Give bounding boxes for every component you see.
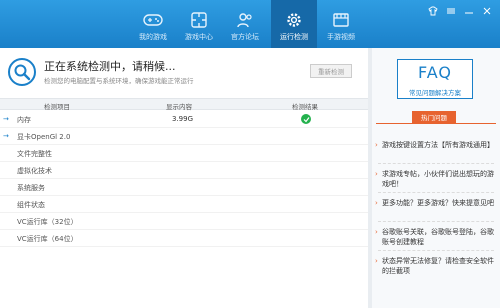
check-item-name: 内存 [17, 116, 31, 124]
arrow-right-icon: › [375, 141, 378, 149]
check-item-name: 显卡OpenGl 2.0 [17, 133, 71, 141]
table-row: 文件完整性 [0, 145, 368, 162]
table-row: → 显卡OpenGl 2.0 [0, 128, 368, 145]
arrow-right-icon: › [375, 170, 378, 178]
table-header: 检测项目 显示内容 检测结果 [0, 98, 368, 111]
hot-divider [376, 123, 496, 124]
status-description: 检测您的电脑配置与系统环境，确保游戏能正常运行 [44, 77, 194, 85]
table-row: 组件状态 [0, 196, 368, 213]
check-item-name: 组件状态 [17, 201, 45, 209]
faq-link[interactable]: › 谷歌账号关联，谷歌账号登陆，谷歌账号创建教程 [375, 227, 496, 247]
status-title: 正在系统检测中，请稍候... [44, 60, 176, 73]
check-item-value: 3.99G [172, 115, 194, 123]
gear-icon [284, 10, 304, 30]
faq-link[interactable]: › 游戏按键设置方法【所有游戏通用】 [375, 140, 496, 150]
check-ok-icon [301, 114, 311, 124]
nav-label: 游戏中心 [185, 33, 213, 41]
column-header-content: 显示内容 [166, 103, 192, 111]
gamepad-icon [143, 10, 163, 30]
puzzle-icon [189, 10, 209, 30]
recheck-button[interactable]: 重新检测 [310, 64, 352, 78]
people-icon [235, 10, 255, 30]
arrow-right-icon: › [375, 228, 378, 236]
faq-link[interactable]: › 求游戏专帖，小伙伴们说出想玩的游戏吧！ [375, 169, 496, 189]
check-item-name: 虚拟化技术 [17, 167, 52, 175]
nav-label: 运行检测 [280, 33, 308, 41]
arrow-right-icon: › [375, 257, 378, 265]
menu-icon[interactable] [446, 6, 456, 16]
question-divider [378, 250, 494, 251]
nav-label: 我的游戏 [139, 33, 167, 41]
table-row: 系统服务 [0, 179, 368, 196]
nav-run-check[interactable]: 运行检测 [271, 0, 317, 48]
faq-link-text: 更多功能？更多游戏？快来提意见吧 [382, 199, 494, 207]
faq-link-text: 状态异常无法修复？请检查安全软件的拦截项 [382, 257, 494, 275]
close-icon[interactable] [482, 6, 492, 16]
question-divider [378, 192, 494, 193]
search-icon [8, 58, 36, 86]
film-icon [331, 10, 351, 30]
arrow-right-icon: › [375, 199, 378, 207]
table-row: 虚拟化技术 [0, 162, 368, 179]
faq-link-text: 游戏按键设置方法【所有游戏通用】 [382, 141, 494, 149]
faq-title: FAQ [418, 63, 452, 82]
nav-label: 官方论坛 [231, 33, 259, 41]
faq-link[interactable]: › 状态异常无法修复？请检查安全软件的拦截项 [375, 256, 496, 276]
hot-questions-tag: 热门问题 [412, 111, 456, 123]
nav-label: 手游视频 [327, 33, 355, 41]
shirt-icon[interactable] [428, 6, 438, 16]
arrow-right-icon: → [3, 132, 9, 140]
faq-link-text: 谷歌账号关联，谷歌账号登陆，谷歌账号创建教程 [382, 228, 494, 246]
column-header-result: 检测结果 [292, 103, 318, 111]
arrow-right-icon: → [3, 115, 9, 123]
table-row: → 内存 3.99G [0, 111, 368, 128]
faq-button[interactable]: FAQ 常见问题解决方案 [397, 59, 473, 99]
status-panel: 正在系统检测中，请稍候... 检测您的电脑配置与系统环境，确保游戏能正常运行 重… [0, 48, 368, 98]
nav-videos[interactable]: 手游视频 [318, 0, 364, 48]
question-divider [378, 221, 494, 222]
check-item-name: VC运行库（64位） [17, 235, 78, 243]
check-item-name: 系统服务 [17, 184, 45, 192]
nav-my-games[interactable]: 我的游戏 [130, 0, 176, 48]
nav-game-center[interactable]: 游戏中心 [176, 0, 222, 48]
question-divider [378, 163, 494, 164]
table-row: VC运行库（64位） [0, 230, 368, 247]
check-item-name: VC运行库（32位） [17, 218, 78, 226]
minimize-icon[interactable] [464, 6, 474, 16]
faq-subtitle: 常见问题解决方案 [409, 89, 461, 97]
column-header-item: 检测项目 [44, 103, 70, 111]
table-row: VC运行库（32位） [0, 213, 368, 230]
window-controls [428, 6, 492, 16]
check-item-name: 文件完整性 [17, 150, 52, 158]
nav-forum[interactable]: 官方论坛 [222, 0, 268, 48]
faq-link-text: 求游戏专帖，小伙伴们说出想玩的游戏吧！ [382, 170, 494, 188]
faq-link[interactable]: › 更多功能？更多游戏？快来提意见吧 [375, 198, 496, 208]
help-sidebar: FAQ 常见问题解决方案 热门问题 › 游戏按键设置方法【所有游戏通用】 › 求游戏… [372, 48, 500, 308]
top-nav-bar: 我的游戏 游戏中心 官方论坛 运行检测 手游视频 [0, 0, 500, 48]
